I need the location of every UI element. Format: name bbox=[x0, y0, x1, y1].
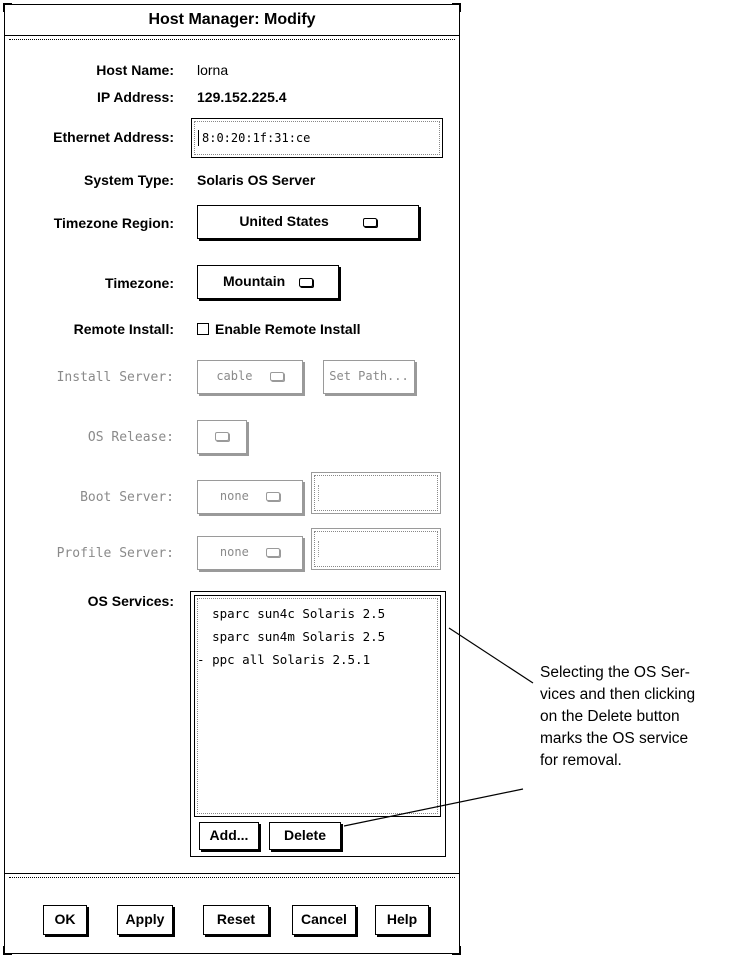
annotation-line: marks the OS service bbox=[540, 730, 689, 747]
annotation-line: for removal. bbox=[540, 752, 622, 769]
leader-line-to-services bbox=[448, 627, 534, 684]
annotation-line: on the Delete button bbox=[540, 708, 680, 725]
callout-leader-lines bbox=[343, 627, 534, 827]
callout-annotation: Selecting the OS Ser- vices and then cli… bbox=[540, 662, 754, 772]
annotation-line: Selecting the OS Ser- bbox=[540, 664, 690, 681]
annotation-line: vices and then clicking bbox=[540, 686, 696, 703]
leader-line-to-delete bbox=[343, 788, 524, 827]
